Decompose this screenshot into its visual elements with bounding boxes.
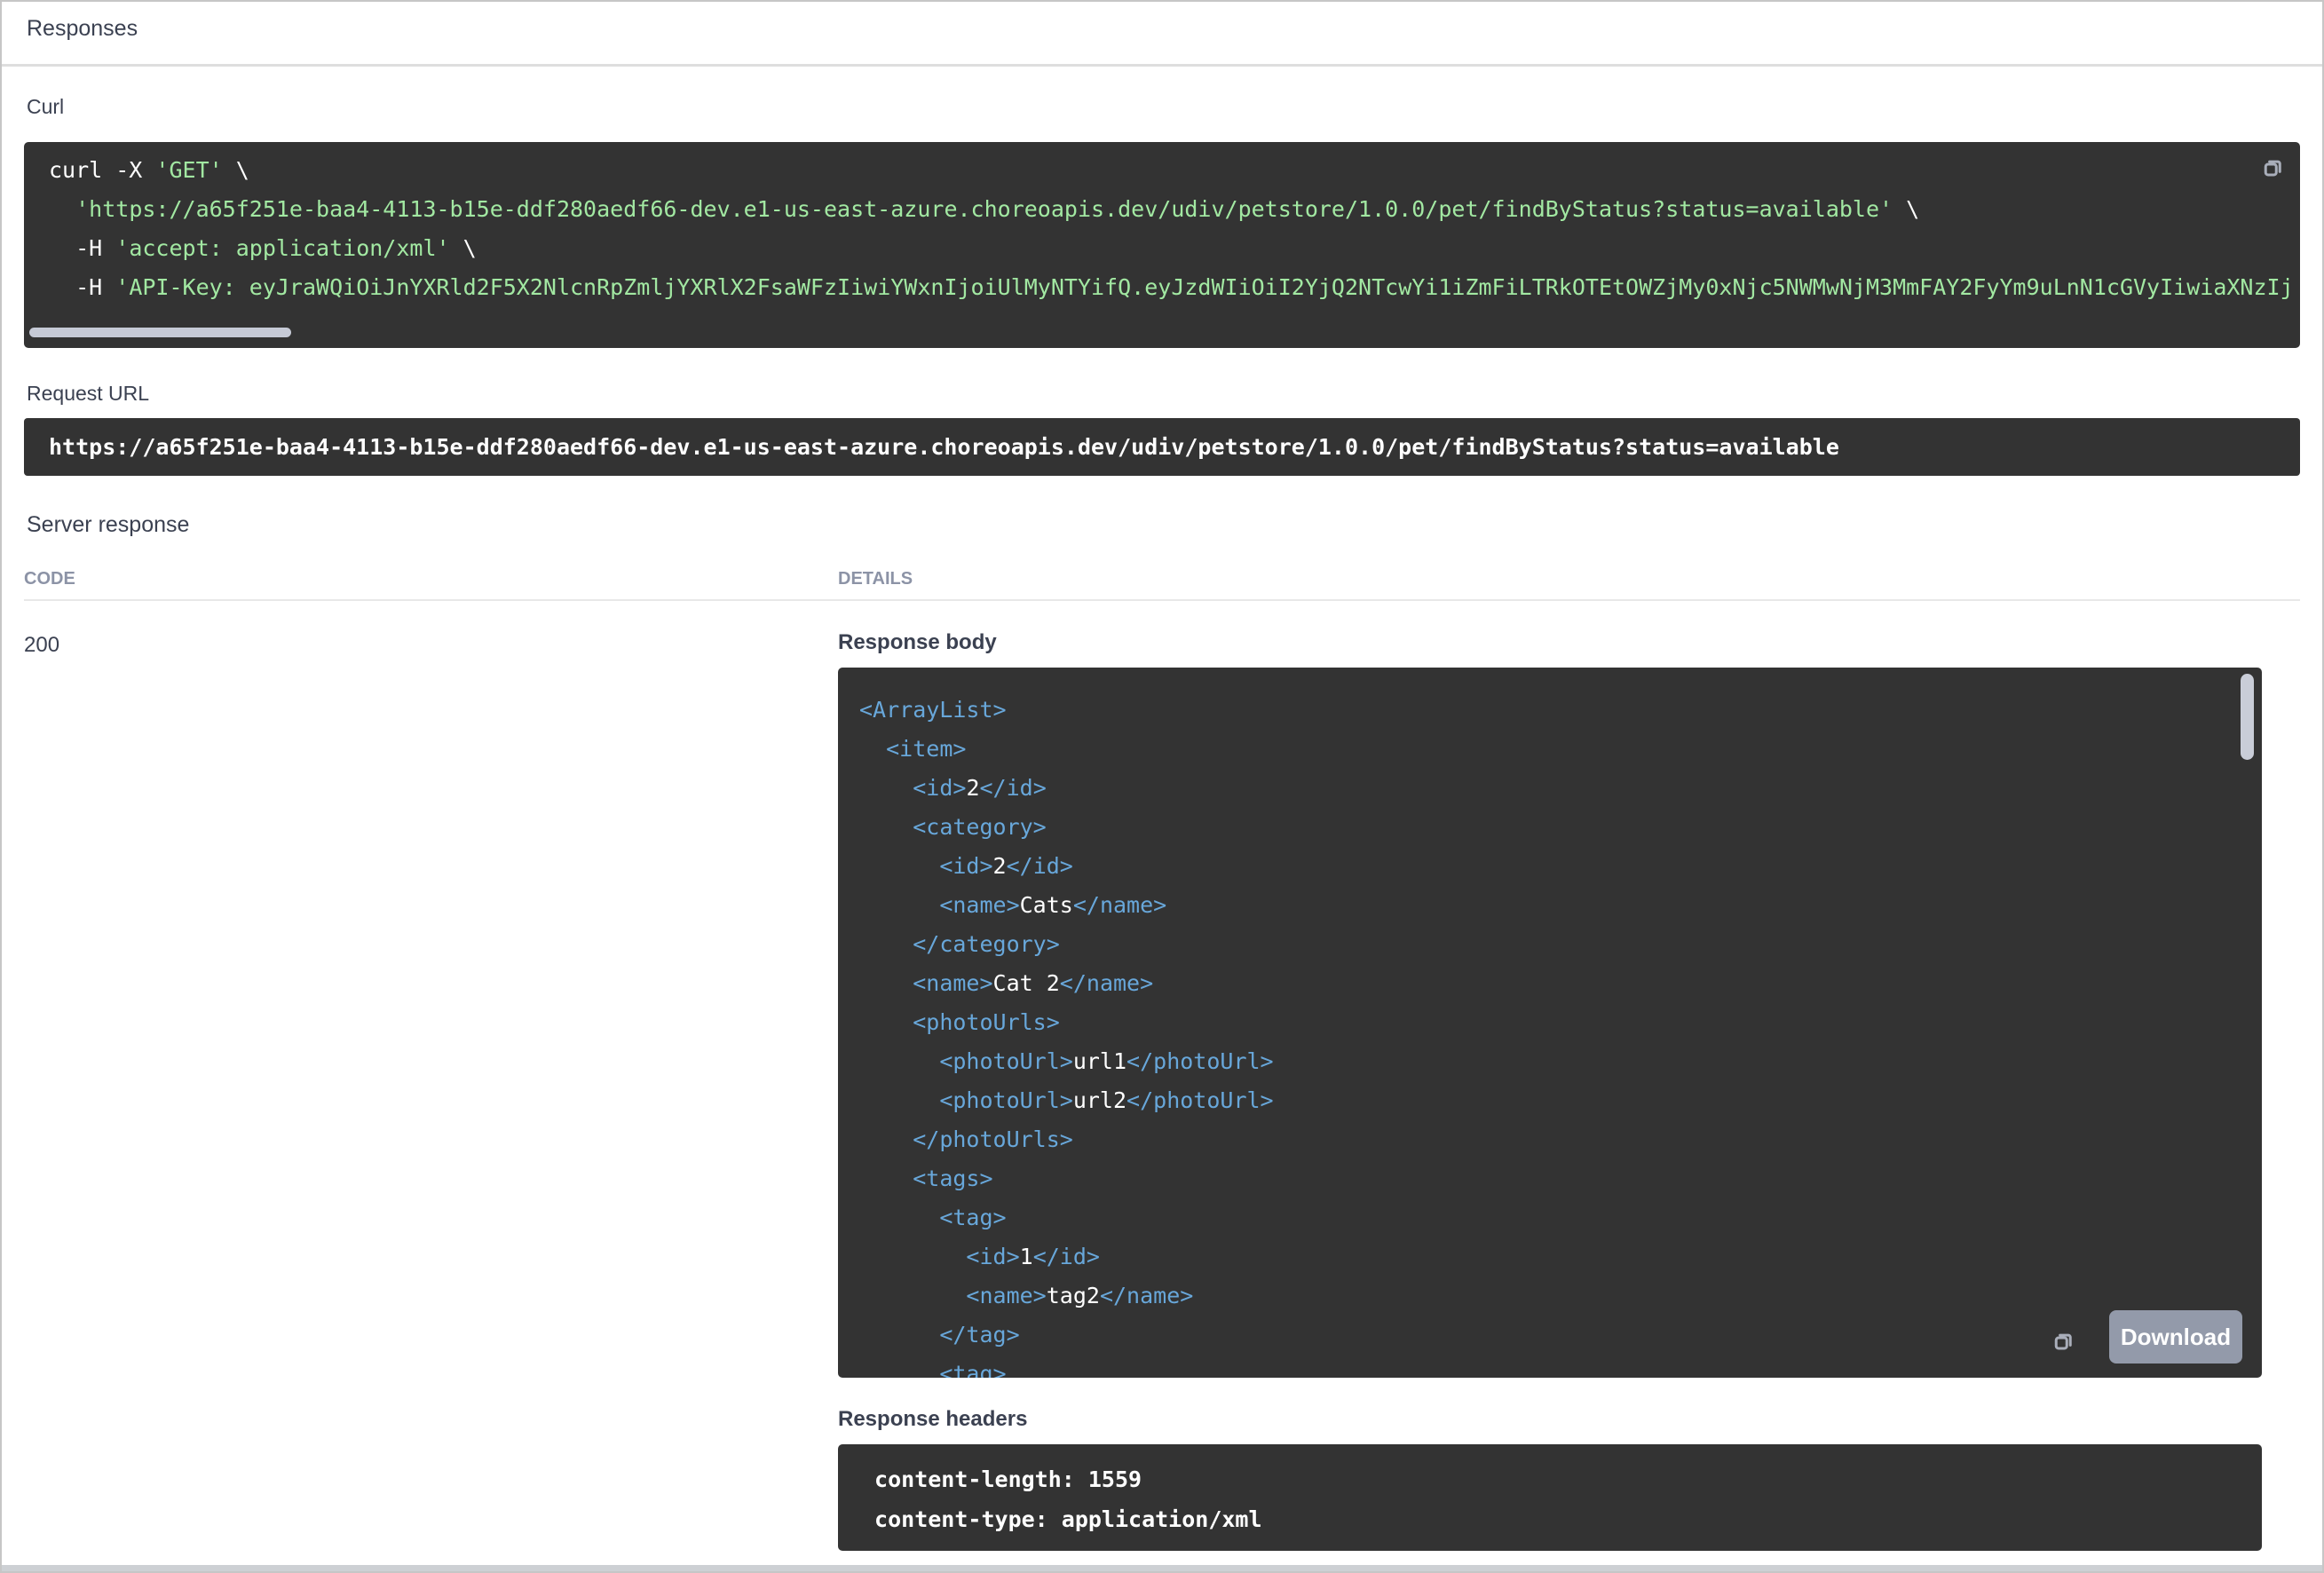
copy-icon[interactable] [2051, 1328, 2077, 1355]
section-divider [2, 1565, 2322, 1571]
curl-command: curl -X 'GET' \ 'https://a65f251e-baa4-4… [49, 151, 2300, 307]
response-headers-label: Response headers [838, 1407, 2262, 1432]
response-header-line: content-length: 1559 [861, 1459, 2262, 1499]
responses-header: Responses [2, 2, 2322, 67]
request-url-value: https://a65f251e-baa4-4113-b15e-ddf280ae… [49, 434, 1839, 460]
response-body-label: Response body [838, 630, 2262, 655]
responses-content: Curl curl -X 'GET' \ 'https://a65f251e-b… [2, 95, 2322, 1551]
copy-icon[interactable] [2260, 154, 2287, 181]
download-button[interactable]: Download [2109, 1310, 2242, 1364]
status-code: 200 [24, 633, 838, 658]
vertical-scrollbar-thumb[interactable] [2241, 674, 2254, 760]
request-url-block: https://a65f251e-baa4-4113-b15e-ddf280ae… [24, 418, 2300, 476]
details-column-header: DETAILS [838, 569, 913, 589]
responses-panel: Responses Curl curl -X 'GET' \ 'https://… [0, 0, 2324, 1573]
curl-label: Curl [27, 95, 2300, 118]
response-body-block[interactable]: <ArrayList> <item> <id>2</id> <category>… [838, 668, 2262, 1378]
page-title: Responses [27, 16, 2322, 42]
server-response-heading: Server response [27, 511, 2300, 538]
horizontal-scrollbar-thumb[interactable] [29, 328, 291, 337]
code-column-header: CODE [24, 569, 838, 589]
curl-code-block[interactable]: curl -X 'GET' \ 'https://a65f251e-baa4-4… [24, 142, 2300, 348]
response-body-xml: <ArrayList> <item> <id>2</id> <category>… [859, 691, 2262, 1378]
response-header-line: content-type: application/xml [861, 1499, 2262, 1539]
request-url-label: Request URL [27, 382, 2300, 405]
response-details: Response body <ArrayList> <item> <id>2</… [838, 601, 2300, 1551]
server-response-row: 200 Response body <ArrayList> <item> <id… [24, 601, 2300, 1551]
response-headers-block: content-length: 1559 content-type: appli… [838, 1444, 2262, 1551]
server-response-table-header: CODE DETAILS [24, 569, 2300, 601]
